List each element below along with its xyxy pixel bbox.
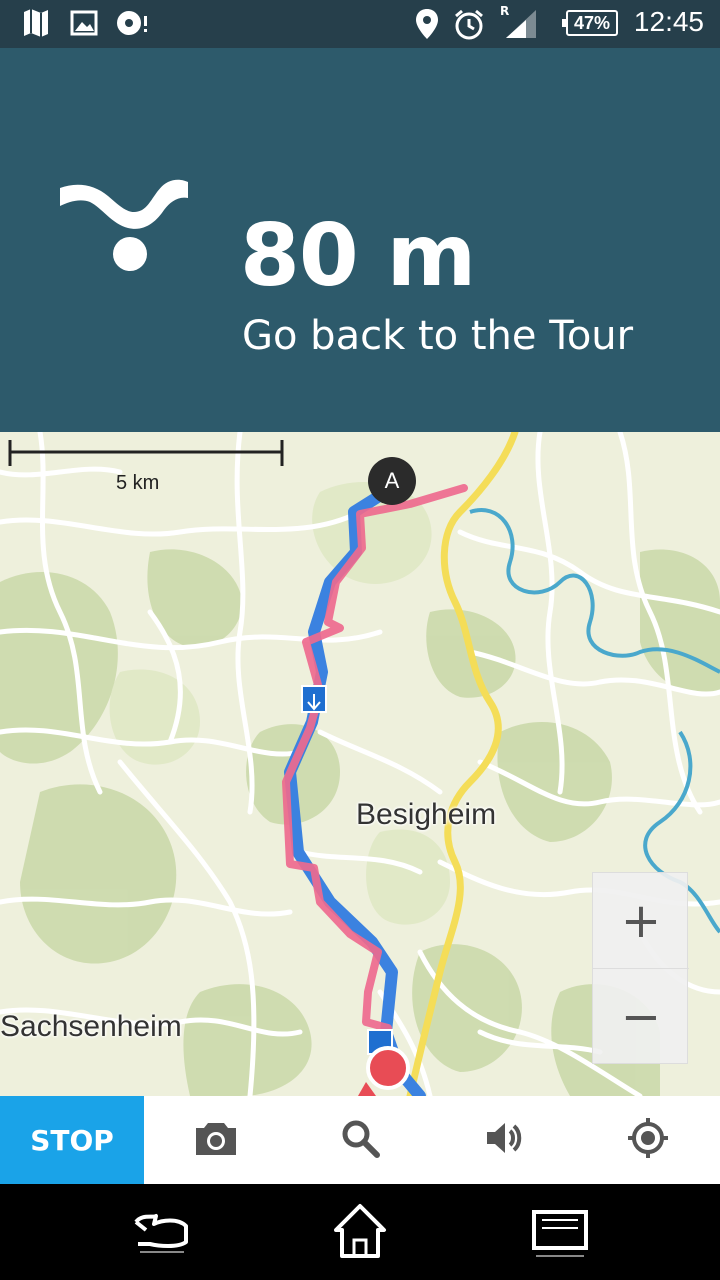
place-label: Sachsenheim (0, 1010, 182, 1043)
map-view[interactable]: 5 km A Besigheim Sachsenheim + − (0, 432, 720, 1096)
locate-button[interactable] (576, 1096, 720, 1184)
search-button[interactable] (288, 1096, 432, 1184)
bottom-toolbar: STOP (0, 1096, 720, 1184)
direction-marker (301, 685, 327, 713)
back-icon (128, 1214, 192, 1268)
camera-icon (194, 1119, 238, 1161)
map-icon (22, 8, 50, 42)
turn-back-icon (56, 168, 196, 282)
system-navigation-bar (0, 1184, 720, 1280)
current-position-marker (358, 1046, 410, 1096)
back-button[interactable] (128, 1200, 192, 1264)
search-icon (340, 1118, 380, 1162)
home-button[interactable] (328, 1200, 392, 1264)
home-icon (328, 1204, 392, 1268)
stop-button[interactable]: STOP (0, 1096, 144, 1184)
recents-icon (528, 1210, 592, 1268)
distance-readout: 80 m (240, 206, 476, 306)
place-label: Besigheim (356, 798, 497, 831)
alarm-icon (452, 8, 486, 46)
zoom-controls: + − (592, 872, 689, 1065)
clock: 12:45 (633, 6, 704, 37)
signal-icon (504, 8, 538, 44)
record-icon (116, 8, 150, 42)
image-icon (70, 8, 98, 42)
recents-button[interactable] (528, 1200, 592, 1264)
battery-indicator: 47% (562, 10, 618, 36)
location-pin-icon (414, 8, 440, 44)
camera-button[interactable] (144, 1096, 288, 1184)
scale-label: 5 km (116, 472, 160, 494)
volume-icon (483, 1118, 525, 1162)
locate-icon (626, 1116, 670, 1164)
zoom-in-button[interactable]: + (593, 873, 689, 969)
navigation-header: 80 m Go back to the Tour (0, 48, 720, 432)
zoom-out-button[interactable]: − (593, 969, 689, 1065)
start-marker-label: A (384, 468, 400, 493)
instruction-text: Go back to the Tour (242, 313, 634, 359)
status-bar: R 47% 12:45 (0, 0, 720, 48)
volume-button[interactable] (432, 1096, 576, 1184)
